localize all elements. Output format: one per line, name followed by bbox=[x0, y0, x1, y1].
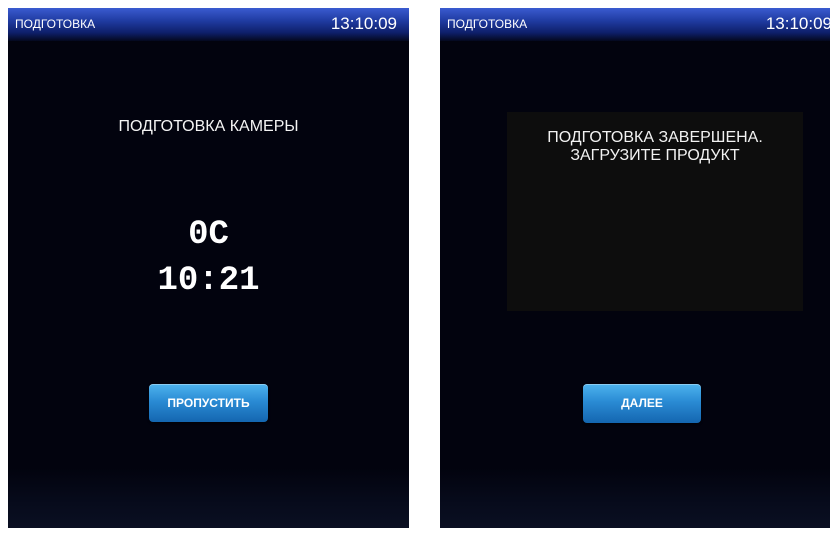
message-line-1: ПОДГОТОВКА ЗАВЕРШЕНА. bbox=[547, 129, 763, 146]
temperature-readout: 0C bbox=[188, 216, 229, 254]
header-bar: ПОДГОТОВКА 13:10:09 bbox=[8, 8, 409, 41]
clock: 13:10:09 bbox=[765, 14, 830, 33]
message-box: ПОДГОТОВКА ЗАВЕРШЕНА. ЗАГРУЗИТЕ ПРОДУКТ bbox=[507, 112, 803, 311]
skip-button[interactable]: ПРОПУСТИТЬ bbox=[149, 384, 268, 422]
message-line-2: ЗАГРУЗИТЕ ПРОДУКТ bbox=[570, 147, 740, 164]
preparation-screen-right: ПОДГОТОВКА 13:10:09 ПОДГОТОВКА ЗАВЕРШЕНА… bbox=[440, 8, 830, 528]
timer-readout: 10:21 bbox=[157, 262, 260, 300]
screen-title: ПОДГОТОВКА bbox=[15, 17, 96, 31]
bottom-gradient bbox=[8, 468, 409, 528]
header-bar: ПОДГОТОВКА 13:10:09 bbox=[440, 8, 830, 41]
bottom-gradient bbox=[440, 468, 830, 528]
preparation-screen-left: ПОДГОТОВКА 13:10:09 ПОДГОТОВКА КАМЕРЫ 0C… bbox=[8, 8, 409, 528]
chamber-preparation-label: ПОДГОТОВКА КАМЕРЫ bbox=[118, 118, 299, 135]
next-button[interactable]: ДАЛЕЕ bbox=[583, 384, 701, 423]
clock: 13:10:09 bbox=[330, 14, 397, 33]
screen-title: ПОДГОТОВКА bbox=[447, 17, 528, 31]
